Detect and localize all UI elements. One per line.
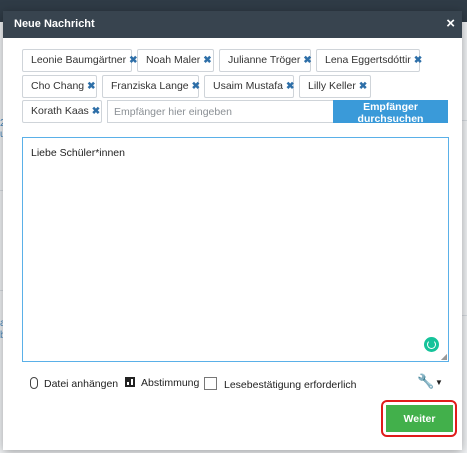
search-recipients-button[interactable]: Empfänger durchsuchen <box>333 100 448 125</box>
recipient-name: Noah Maler <box>146 54 201 66</box>
recipient-name: Usaim Mustafa <box>213 80 284 92</box>
poll-button[interactable]: Abstimmung <box>125 377 199 389</box>
recipient-chip: Leonie Baumgärtner ✖ <box>22 49 138 72</box>
message-body-textarea[interactable]: Liebe Schüler*innen ◢ <box>22 137 449 362</box>
recipient-chip: Usaim Mustafa ✖ <box>204 75 294 98</box>
new-message-dialog: Neue Nachricht × Leonie Baumgärtner ✖ Noa… <box>3 11 462 450</box>
recipient-name: Korath Kaas <box>31 105 89 117</box>
remove-recipient-icon[interactable]: ✖ <box>303 55 311 66</box>
recipient-name: Franziska Lange <box>111 80 189 92</box>
attach-file-button[interactable]: Datei anhängen <box>30 377 118 390</box>
remove-recipient-icon[interactable]: ✖ <box>203 55 211 66</box>
recipient-chip: Lilly Keller ✖ <box>299 75 371 98</box>
chevron-down-icon[interactable]: ▼ <box>435 378 443 387</box>
wrench-icon[interactable]: 🔧 <box>417 373 434 390</box>
message-text: Liebe Schüler*innen <box>31 147 125 159</box>
recipient-name: Lilly Keller <box>308 80 356 92</box>
recipient-chip: Julianne Tröger ✖ <box>219 49 312 72</box>
recipient-chip: Korath Kaas ✖ <box>22 100 102 123</box>
close-icon[interactable]: × <box>446 15 455 32</box>
bar-chart-icon <box>125 377 135 387</box>
remove-recipient-icon[interactable]: ✖ <box>87 81 95 92</box>
remove-recipient-icon[interactable]: ✖ <box>414 55 422 66</box>
remove-recipient-icon[interactable]: ✖ <box>286 81 294 92</box>
remove-recipient-icon[interactable]: ✖ <box>359 81 367 92</box>
grammar-check-icon[interactable] <box>424 337 439 352</box>
read-receipt-checkbox[interactable] <box>204 377 217 390</box>
recipient-name: Leonie Baumgärtner <box>31 54 127 66</box>
attach-file-label: Datei anhängen <box>44 378 119 390</box>
recipient-chip: Franziska Lange ✖ <box>102 75 200 98</box>
resize-handle-icon[interactable]: ◢ <box>441 352 447 361</box>
read-receipt-label: Lesebestätigung erforderlich <box>224 379 357 391</box>
recipient-name: Lena Eggertsdóttir <box>325 54 411 66</box>
recipient-chip: Cho Chang ✖ <box>22 75 97 98</box>
dialog-header: Neue Nachricht × <box>3 11 462 38</box>
dialog-title: Neue Nachricht <box>14 18 95 30</box>
remove-recipient-icon[interactable]: ✖ <box>192 81 200 92</box>
remove-recipient-icon[interactable]: ✖ <box>92 106 100 117</box>
recipient-chip: Lena Eggertsdóttir ✖ <box>316 49 422 72</box>
paperclip-icon <box>30 377 38 389</box>
recipient-input[interactable] <box>107 100 334 123</box>
recipient-name: Julianne Tröger <box>228 54 301 66</box>
next-button[interactable]: Weiter <box>386 405 453 432</box>
recipient-name: Cho Chang <box>31 80 85 92</box>
poll-label: Abstimmung <box>141 377 200 389</box>
read-receipt-option[interactable]: Lesebestätigung erforderlich <box>204 377 357 391</box>
recipient-chip: Noah Maler ✖ <box>137 49 214 72</box>
